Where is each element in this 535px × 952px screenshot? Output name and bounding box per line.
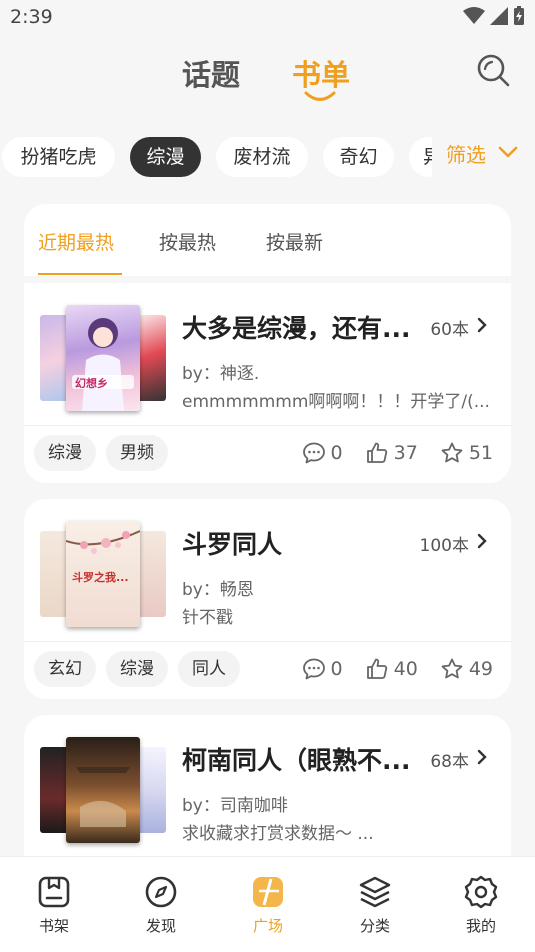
nav-mine[interactable]: 我的 [441, 875, 521, 936]
search-icon[interactable] [475, 52, 511, 88]
booklist-description: 针不戳 [182, 608, 233, 628]
comment-stat[interactable]: 0 [302, 441, 343, 465]
comment-icon [302, 442, 325, 464]
cover-stack [40, 737, 166, 843]
chevron-down-icon [498, 146, 518, 158]
sort-tab-newest[interactable]: 按最新 [266, 228, 323, 255]
active-tab-indicator [304, 91, 336, 101]
booklist-author: by：神逐. [182, 364, 260, 384]
tag[interactable]: 同人 [178, 651, 240, 687]
chip-item[interactable]: 扮猪吃虎 [2, 137, 115, 177]
star-count: 49 [468, 658, 493, 680]
tab-topic[interactable]: 话题 [182, 52, 240, 94]
booklist-description: emmmmmmm啊啊啊！！！开学了/(... [182, 392, 490, 412]
like-stat[interactable]: 40 [365, 657, 418, 681]
anime-girl-art [72, 318, 134, 411]
sort-tabs: 近期最热 按最热 按最新 [24, 204, 511, 276]
top-nav: 话题 书单 [0, 46, 535, 106]
bookshelf-icon [38, 876, 70, 908]
comment-icon [302, 658, 325, 680]
booklist-card[interactable]: 斗罗之我... 斗罗同人 100本 by：畅恩 针不戳 玄幻 综漫 同人 0 4… [24, 499, 511, 699]
booklist-card[interactable]: 柯南同人（眼熟不... 68本 by：司南咖啡 求收藏求打赏求数据～ ... [24, 715, 511, 856]
booklist-stats: 0 40 49 [280, 657, 493, 681]
booklist-card[interactable]: 幻想乡 大多是综漫，还有... 60本 by：神逐. emmmmmmm啊啊啊！！… [24, 283, 511, 483]
status-bar: 2:39 [0, 0, 535, 36]
cover-title-text: 斗罗之我... [72, 571, 129, 584]
cover-image: 斗罗之我... [66, 521, 140, 627]
star-stat[interactable]: 51 [440, 441, 493, 465]
status-icons [463, 6, 525, 26]
nav-label: 发现 [145, 917, 176, 935]
nav-label: 广场 [252, 917, 283, 935]
booklist-title: 大多是综漫，还有... [182, 314, 411, 343]
cover-stack: 幻想乡 [40, 305, 166, 411]
cover-stack: 斗罗之我... [40, 521, 166, 627]
star-count: 51 [468, 442, 493, 464]
wifi-icon [463, 7, 485, 24]
tag[interactable]: 综漫 [34, 435, 96, 471]
nav-label: 分类 [359, 917, 390, 935]
bottom-nav: 书架 发现 广场 分类 我的 [0, 856, 535, 952]
cover-image [66, 737, 140, 843]
chip-item[interactable]: 废材流 [216, 137, 308, 177]
nav-discover[interactable]: 发现 [121, 875, 201, 936]
compass-icon [145, 876, 177, 908]
cover-image: 幻想乡 [66, 305, 140, 411]
nav-plaza[interactable]: 广场 [228, 875, 308, 936]
booklist-author: by：畅恩 [182, 580, 254, 600]
thumbs-up-icon [366, 658, 387, 679]
booklist-stats: 0 37 51 [280, 441, 493, 465]
book-count: 68本 [430, 752, 469, 772]
like-count: 37 [393, 442, 418, 464]
nav-label: 书架 [38, 917, 69, 935]
nav-label: 我的 [465, 917, 496, 935]
divider [24, 425, 511, 426]
comment-stat[interactable]: 0 [302, 657, 343, 681]
like-stat[interactable]: 37 [365, 441, 418, 465]
thumbs-up-icon [366, 442, 387, 463]
tag-list: 综漫 男频 [34, 435, 168, 471]
tag-list: 玄幻 综漫 同人 [34, 651, 240, 687]
chevron-right-icon [477, 533, 487, 549]
filter-label: 筛选 [446, 143, 486, 167]
like-count: 40 [393, 658, 418, 680]
status-time: 2:39 [10, 6, 53, 28]
sort-tab-underline [38, 273, 122, 275]
booklist-title: 柯南同人（眼熟不... [182, 746, 411, 775]
book-count: 60本 [430, 320, 469, 340]
star-icon [441, 442, 463, 463]
battery-icon [514, 6, 524, 25]
star-stat[interactable]: 49 [440, 657, 493, 681]
booklist-title: 斗罗同人 [182, 530, 283, 559]
cover-title-text: 幻想乡 [75, 377, 108, 390]
gear-icon [464, 875, 498, 909]
plaza-icon [253, 877, 283, 907]
chevron-right-icon [477, 749, 487, 765]
tag[interactable]: 综漫 [106, 651, 168, 687]
sort-tab-hottest[interactable]: 按最热 [159, 228, 216, 255]
book-count: 100本 [419, 536, 469, 556]
star-icon [441, 658, 463, 679]
chip-item-selected[interactable]: 综漫 [130, 137, 201, 177]
tab-booklist[interactable]: 书单 [292, 52, 350, 94]
booklist-description: 求收藏求打赏求数据～ ... [182, 824, 374, 844]
cover-art [76, 767, 130, 827]
comment-count: 0 [330, 442, 343, 464]
tag[interactable]: 男频 [106, 435, 168, 471]
booklist-author: by：司南咖啡 [182, 796, 288, 816]
comment-count: 0 [330, 658, 343, 680]
nav-category[interactable]: 分类 [335, 875, 415, 936]
filter-button[interactable]: 筛选 [432, 137, 535, 179]
nav-bookshelf[interactable]: 书架 [14, 875, 94, 936]
tag[interactable]: 玄幻 [34, 651, 96, 687]
filter-chip-row: 扮猪吃虎 综漫 废材流 奇幻 异 筛选 [0, 137, 535, 179]
signal-icon [490, 7, 508, 25]
chip-item[interactable]: 奇幻 [323, 137, 394, 177]
chevron-right-icon [477, 317, 487, 333]
divider [24, 641, 511, 642]
sort-tab-recent-hot[interactable]: 近期最热 [38, 228, 114, 255]
layers-icon [359, 876, 391, 908]
